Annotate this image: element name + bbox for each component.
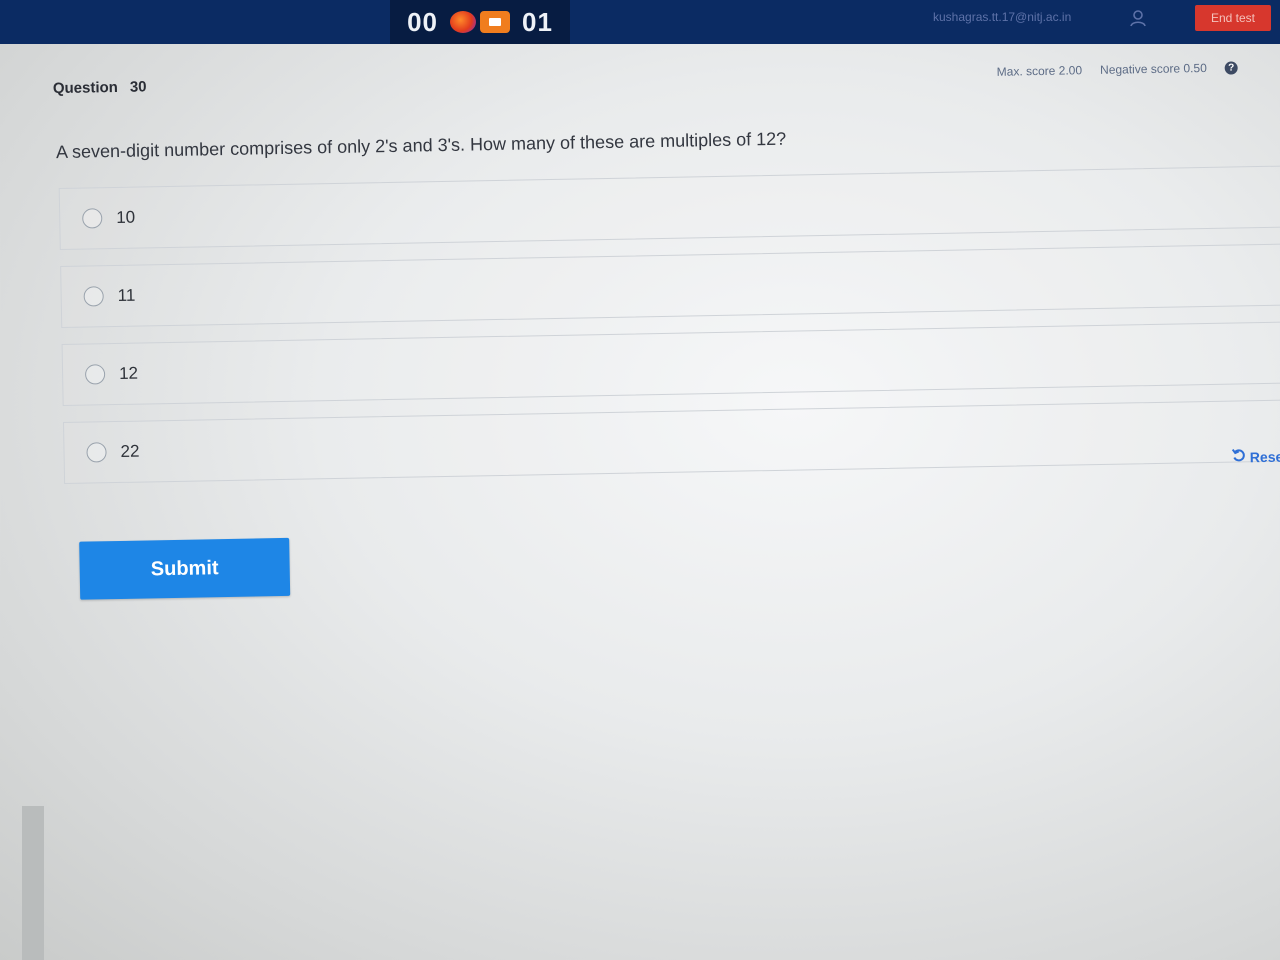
option-4-radio[interactable] <box>86 442 107 463</box>
option-3[interactable]: 12 <box>61 321 1280 406</box>
question-number: 30 <box>129 78 147 96</box>
reset-label: Rese <box>1249 448 1280 465</box>
reset-button[interactable]: Rese <box>1231 448 1280 466</box>
option-2-label: 11 <box>117 285 136 305</box>
option-4-label: 22 <box>120 441 140 461</box>
max-score: Max. score 2.00 <box>996 63 1083 79</box>
option-3-label: 12 <box>118 363 139 383</box>
option-2-radio[interactable] <box>83 286 104 307</box>
question-label: Question <box>52 78 119 98</box>
negative-score: Negative score 0.50 <box>1099 60 1207 77</box>
option-1-radio[interactable] <box>82 208 103 229</box>
help-icon[interactable]: ? <box>1224 60 1238 75</box>
option-1-label: 10 <box>116 207 136 227</box>
option-1[interactable]: 10 <box>58 165 1280 251</box>
option-3-radio[interactable] <box>84 364 106 385</box>
question-heading: Question 30 <box>53 78 147 97</box>
submit-button[interactable]: Submit <box>79 537 291 600</box>
question-panel: Question 30 Max. score 2.00 Negative scor… <box>0 0 1280 960</box>
option-2[interactable]: 11 <box>60 243 1280 329</box>
option-4[interactable]: 22 <box>62 399 1280 484</box>
left-edge-strip <box>22 806 44 960</box>
reset-icon <box>1231 448 1246 465</box>
score-info: Max. score 2.00 Negative score 0.50 ? <box>996 60 1238 79</box>
question-text: A seven-digit number comprises of only 2… <box>55 128 787 163</box>
